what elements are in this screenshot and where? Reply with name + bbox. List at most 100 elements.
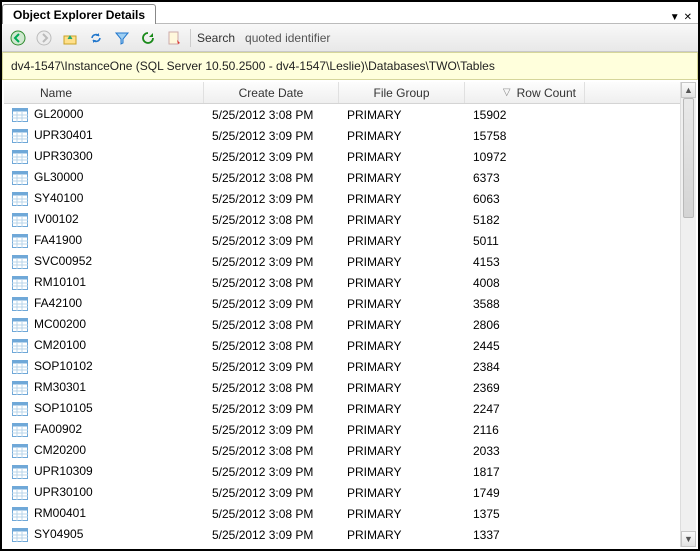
breadcrumb: dv4-1547\InstanceOne (SQL Server 10.50.2… <box>2 52 698 80</box>
table-body: GL200005/25/2012 3:08 PMPRIMARY15902UPR3… <box>4 104 680 547</box>
cell-row-count: 2369 <box>465 381 585 395</box>
cell-create-date: 5/25/2012 3:09 PM <box>204 423 339 437</box>
table-row[interactable]: IV001025/25/2012 3:08 PMPRIMARY5182 <box>4 209 680 230</box>
table-icon <box>12 128 34 143</box>
table-icon <box>12 527 34 542</box>
cell-create-date: 5/25/2012 3:08 PM <box>204 381 339 395</box>
back-arrow-icon <box>10 30 26 46</box>
cell-name: IV00102 <box>34 212 79 226</box>
cell-create-date: 5/25/2012 3:08 PM <box>204 339 339 353</box>
table-row[interactable]: SY049055/25/2012 3:09 PMPRIMARY1337 <box>4 524 680 545</box>
table-icon <box>12 464 34 479</box>
table-icon <box>12 149 34 164</box>
folder-up-icon <box>62 30 78 46</box>
table-icon <box>12 359 34 374</box>
search-input[interactable] <box>241 29 441 47</box>
column-header-file-group[interactable]: File Group <box>339 82 465 103</box>
cell-name: FA42100 <box>34 296 82 310</box>
column-header-create-date[interactable]: Create Date <box>204 82 339 103</box>
table-row[interactable]: CM202005/25/2012 3:08 PMPRIMARY2033 <box>4 440 680 461</box>
cell-file-group: PRIMARY <box>339 444 465 458</box>
cell-row-count: 2384 <box>465 360 585 374</box>
cell-name: UPR10309 <box>34 464 93 478</box>
table-row[interactable]: RM004015/25/2012 3:08 PMPRIMARY1375 <box>4 503 680 524</box>
filter-button[interactable] <box>112 28 132 48</box>
table-row[interactable]: MC002005/25/2012 3:08 PMPRIMARY2806 <box>4 314 680 335</box>
cell-file-group: PRIMARY <box>339 360 465 374</box>
title-bar: Object Explorer Details <box>2 2 698 24</box>
table-icon <box>12 317 34 332</box>
table-row[interactable]: GL30000 5/25/2012 3:08 PMPRIMARY6373 <box>4 167 680 188</box>
table-row[interactable]: RM101015/25/2012 3:08 PMPRIMARY4008 <box>4 272 680 293</box>
table-row[interactable]: SVC009525/25/2012 3:09 PMPRIMARY4153 <box>4 251 680 272</box>
scroll-down-arrow-icon[interactable]: ▼ <box>681 531 696 547</box>
cell-name: GL20000 <box>34 107 83 121</box>
table-row[interactable]: RM303015/25/2012 3:08 PMPRIMARY2369 <box>4 377 680 398</box>
cell-create-date: 5/25/2012 3:08 PM <box>204 276 339 290</box>
cell-row-count: 2033 <box>465 444 585 458</box>
cell-create-date: 5/25/2012 3:09 PM <box>204 528 339 542</box>
refresh-icon <box>140 30 156 46</box>
table-icon <box>12 254 34 269</box>
table-row[interactable]: FA421005/25/2012 3:09 PMPRIMARY3588 <box>4 293 680 314</box>
cell-row-count: 6063 <box>465 192 585 206</box>
column-header-name[interactable]: Name <box>4 82 204 103</box>
table-icon <box>12 443 34 458</box>
scroll-up-arrow-icon[interactable]: ▲ <box>681 82 696 98</box>
cell-create-date: 5/25/2012 3:09 PM <box>204 465 339 479</box>
cell-row-count: 15902 <box>465 108 585 122</box>
cell-row-count: 10972 <box>465 150 585 164</box>
table-row[interactable]: UPR303005/25/2012 3:09 PMPRIMARY10972 <box>4 146 680 167</box>
up-button[interactable] <box>60 28 80 48</box>
table-row[interactable]: FA419005/25/2012 3:09 PMPRIMARY5011 <box>4 230 680 251</box>
cell-file-group: PRIMARY <box>339 213 465 227</box>
vertical-scrollbar[interactable]: ▲ ▼ <box>680 82 696 547</box>
table-row[interactable]: SOP101025/25/2012 3:09 PMPRIMARY2384 <box>4 356 680 377</box>
cell-row-count: 6373 <box>465 171 585 185</box>
refresh-button[interactable] <box>138 28 158 48</box>
cell-file-group: PRIMARY <box>339 129 465 143</box>
column-header-row-count[interactable]: ▽ Row Count <box>465 82 585 103</box>
cell-create-date: 5/25/2012 3:08 PM <box>204 171 339 185</box>
cell-row-count: 1817 <box>465 465 585 479</box>
cell-name: RM00401 <box>34 506 86 520</box>
sort-indicator-icon: ▽ <box>503 87 511 98</box>
close-icon[interactable] <box>684 9 692 23</box>
scroll-thumb[interactable] <box>683 98 694 218</box>
table-row[interactable]: UPR301005/25/2012 3:09 PMPRIMARY1749 <box>4 482 680 503</box>
toolbar: Search <box>2 24 698 52</box>
table-row[interactable]: SY40100 5/25/2012 3:09 PMPRIMARY6063 <box>4 188 680 209</box>
cell-file-group: PRIMARY <box>339 171 465 185</box>
cell-name: SOP10102 <box>34 359 93 373</box>
table-row[interactable]: UPR304015/25/2012 3:09 PMPRIMARY15758 <box>4 125 680 146</box>
table-row[interactable]: UPR103095/25/2012 3:09 PMPRIMARY1817 <box>4 461 680 482</box>
table-row[interactable]: FA009025/25/2012 3:09 PMPRIMARY2116 <box>4 419 680 440</box>
table-row[interactable]: SOP101055/25/2012 3:09 PMPRIMARY2247 <box>4 398 680 419</box>
table-row[interactable]: GL200005/25/2012 3:08 PMPRIMARY15902 <box>4 104 680 125</box>
cell-name: GL30000 <box>34 170 83 184</box>
cell-file-group: PRIMARY <box>339 192 465 206</box>
cell-row-count: 4008 <box>465 276 585 290</box>
script-button[interactable] <box>164 28 184 48</box>
cell-row-count: 2806 <box>465 318 585 332</box>
cell-create-date: 5/25/2012 3:09 PM <box>204 192 339 206</box>
cell-row-count: 1337 <box>465 528 585 542</box>
table-icon <box>12 380 34 395</box>
back-button[interactable] <box>8 28 28 48</box>
forward-button[interactable] <box>34 28 54 48</box>
table-icon <box>12 107 34 122</box>
cell-name: SVC00952 <box>34 254 92 268</box>
cell-name: SY40100 <box>34 191 83 205</box>
table-row[interactable]: CM201005/25/2012 3:08 PMPRIMARY2445 <box>4 335 680 356</box>
scroll-track[interactable] <box>681 98 696 531</box>
cell-row-count: 1749 <box>465 486 585 500</box>
panel-title: Object Explorer Details <box>2 4 156 24</box>
cell-row-count: 4153 <box>465 255 585 269</box>
script-icon <box>166 30 182 46</box>
sync-button[interactable] <box>86 28 106 48</box>
pin-icon[interactable] <box>670 9 680 23</box>
cell-create-date: 5/25/2012 3:09 PM <box>204 150 339 164</box>
cell-create-date: 5/25/2012 3:09 PM <box>204 486 339 500</box>
cell-file-group: PRIMARY <box>339 402 465 416</box>
cell-create-date: 5/25/2012 3:09 PM <box>204 129 339 143</box>
